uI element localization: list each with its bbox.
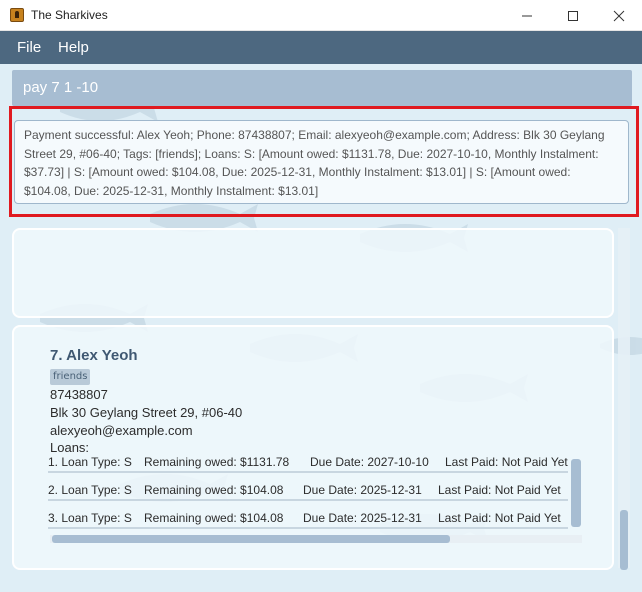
- person-email: alexyeoh@example.com: [50, 423, 193, 438]
- loan-last-paid: Last Paid: Not Paid Yet: [438, 483, 561, 497]
- menu-file[interactable]: File: [17, 39, 41, 56]
- close-icon: [613, 10, 625, 21]
- person-phone: 87438807: [50, 387, 108, 402]
- loan-list[interactable]: 1. Loan Type: S Remaining owed: $1131.78…: [48, 451, 584, 543]
- loan-row[interactable]: 3. Loan Type: S Remaining owed: $104.08 …: [48, 507, 583, 529]
- main-content: pay 7 1 -10 Payment successful: Alex Yeo…: [0, 64, 642, 592]
- menu-bar: File Help: [0, 31, 642, 64]
- loan-number-type: 3. Loan Type: S: [48, 511, 132, 525]
- loan-remaining: Remaining owed: $104.08: [144, 511, 284, 525]
- highlight-box: [9, 106, 639, 217]
- person-list[interactable]: 7. Alex Yeoh friends 87438807 Blk 30 Gey…: [8, 228, 632, 590]
- person-card[interactable]: 7. Alex Yeoh friends 87438807 Blk 30 Gey…: [12, 325, 614, 570]
- loan-number-type: 1. Loan Type: S: [48, 455, 132, 469]
- loan-vertical-scrollbar[interactable]: [571, 459, 581, 527]
- minimize-button[interactable]: [504, 0, 550, 31]
- row-divider: [48, 471, 568, 473]
- list-scrollbar[interactable]: [620, 510, 628, 570]
- maximize-button[interactable]: [550, 0, 596, 31]
- menu-help[interactable]: Help: [58, 39, 89, 56]
- row-divider: [48, 527, 568, 529]
- title-bar: The Sharkives: [0, 0, 642, 31]
- window-title: The Sharkives: [31, 8, 108, 22]
- loan-remaining: Remaining owed: $104.08: [144, 483, 284, 497]
- app-icon: [10, 8, 24, 22]
- loan-row[interactable]: 2. Loan Type: S Remaining owed: $104.08 …: [48, 479, 583, 501]
- person-address: Blk 30 Geylang Street 29, #06-40: [50, 405, 243, 420]
- minimize-icon: [522, 15, 532, 16]
- loan-due-date: Due Date: 2025-12-31: [303, 511, 422, 525]
- loan-last-paid: Last Paid: Not Paid Yet: [445, 455, 568, 469]
- command-input[interactable]: pay 7 1 -10: [23, 79, 98, 96]
- loan-row[interactable]: 1. Loan Type: S Remaining owed: $1131.78…: [48, 451, 583, 473]
- command-box[interactable]: pay 7 1 -10: [12, 70, 632, 106]
- loan-last-paid: Last Paid: Not Paid Yet: [438, 511, 561, 525]
- loan-due-date: Due Date: 2027-10-10: [310, 455, 429, 469]
- person-card-previous[interactable]: [12, 228, 614, 318]
- loan-remaining: Remaining owed: $1131.78: [144, 455, 290, 469]
- tag-badge: friends: [50, 369, 91, 385]
- close-button[interactable]: [596, 0, 642, 31]
- row-divider: [48, 499, 568, 501]
- loan-due-date: Due Date: 2025-12-31: [303, 483, 422, 497]
- loan-number-type: 2. Loan Type: S: [48, 483, 132, 497]
- maximize-icon: [568, 10, 578, 21]
- loan-horizontal-scrollbar[interactable]: [52, 535, 450, 543]
- person-name: 7. Alex Yeoh: [50, 347, 138, 364]
